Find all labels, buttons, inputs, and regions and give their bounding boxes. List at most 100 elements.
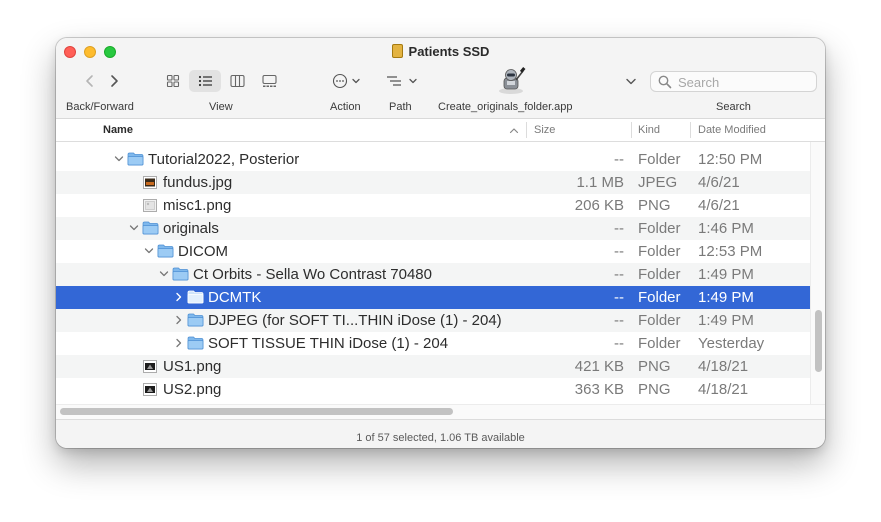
list-item[interactable]: DJPEG (for SOFT TI...THIN iDose (1) - 20… xyxy=(56,309,810,332)
action-menu-button[interactable] xyxy=(332,73,362,89)
icon-view-button[interactable] xyxy=(166,74,180,88)
automator-app-icon[interactable] xyxy=(496,67,526,95)
disclosure-collapsed-icon[interactable] xyxy=(174,338,184,348)
list-item[interactable]: DICOM -- Folder 12:53 PM xyxy=(56,240,810,263)
png-file-icon xyxy=(143,199,157,212)
file-name: DJPEG (for SOFT TI...THIN iDose (1) - 20… xyxy=(208,312,502,329)
column-separator[interactable] xyxy=(526,122,527,138)
list-item[interactable]: Ct Orbits - Sella Wo Contrast 70480 -- F… xyxy=(56,263,810,286)
list-item[interactable]: fundus.jpg 1.1 MB JPEG 4/6/21 xyxy=(56,171,810,194)
horizontal-scrollbar-thumb[interactable] xyxy=(60,408,453,415)
jpeg-file-icon xyxy=(143,176,157,189)
status-text: 1 of 57 selected, 1.06 TB available xyxy=(356,432,525,444)
column-view-button[interactable] xyxy=(230,74,245,88)
column-header: Name Size Kind Date Modified xyxy=(56,119,825,142)
file-name: US2.png xyxy=(163,381,222,398)
file-kind: Folder xyxy=(638,243,681,260)
file-date-modified: 4/6/21 xyxy=(698,174,740,191)
file-kind: Folder xyxy=(638,151,681,168)
external-drive-icon xyxy=(391,44,403,58)
list-view-button[interactable] xyxy=(198,74,213,88)
toolbar-overflow-chevron-icon[interactable] xyxy=(625,77,637,87)
disclosure-collapsed-icon[interactable] xyxy=(174,315,184,325)
list-item[interactable]: originals -- Folder 1:46 PM xyxy=(56,217,810,240)
file-date-modified: 12:50 PM xyxy=(698,151,763,168)
gallery-view-button[interactable] xyxy=(262,74,277,88)
file-size: -- xyxy=(614,151,624,168)
back-forward-label: Back/Forward xyxy=(66,101,134,113)
file-size: -- xyxy=(614,220,624,237)
file-name: DICOM xyxy=(178,243,228,260)
file-size: -- xyxy=(614,243,624,260)
file-name: Tutorial2022, Posterior xyxy=(148,151,300,168)
folder-icon xyxy=(187,290,204,304)
sort-ascending-icon[interactable] xyxy=(509,127,519,134)
forward-button[interactable] xyxy=(108,74,120,88)
file-kind: Folder xyxy=(638,266,681,283)
file-list: Tutorial2022, Posterior -- Folder 12:50 … xyxy=(56,148,810,401)
file-kind: Folder xyxy=(638,289,681,306)
status-bar: 1 of 57 selected, 1.06 TB available xyxy=(56,419,825,448)
date-modified-column-header[interactable]: Date Modified xyxy=(698,124,766,136)
disclosure-expanded-icon[interactable] xyxy=(129,223,139,233)
file-date-modified: 1:49 PM xyxy=(698,289,754,306)
search-field[interactable] xyxy=(650,71,817,92)
file-date-modified: 1:46 PM xyxy=(698,220,754,237)
disclosure-expanded-icon[interactable] xyxy=(144,246,154,256)
file-name: DCMTK xyxy=(208,289,262,306)
action-label: Action xyxy=(330,101,361,113)
png-file-icon xyxy=(143,383,157,396)
list-item-selected[interactable]: DCMTK -- Folder 1:49 PM xyxy=(56,286,810,309)
disclosure-expanded-icon[interactable] xyxy=(159,269,169,279)
path-menu-button[interactable] xyxy=(386,74,420,88)
file-size: -- xyxy=(614,289,624,306)
file-name: US1.png xyxy=(163,358,222,375)
list-item[interactable]: US1.png 421 KB PNG 4/18/21 xyxy=(56,355,810,378)
file-date-modified: Yesterday xyxy=(698,335,765,352)
column-separator[interactable] xyxy=(690,122,691,138)
disclosure-collapsed-icon[interactable] xyxy=(174,292,184,302)
list-item[interactable]: Tutorial2022, Posterior -- Folder 12:50 … xyxy=(56,148,810,171)
file-kind: Folder xyxy=(638,220,681,237)
size-column-header[interactable]: Size xyxy=(534,124,555,136)
file-name: Ct Orbits - Sella Wo Contrast 70480 xyxy=(193,266,432,283)
list-item[interactable]: misc1.png 206 KB PNG 4/6/21 xyxy=(56,194,810,217)
search-label: Search xyxy=(716,101,751,113)
view-label: View xyxy=(209,101,233,113)
list-item[interactable]: US2.png 363 KB PNG 4/18/21 xyxy=(56,378,810,401)
file-date-modified: 1:49 PM xyxy=(698,312,754,329)
toolbar: Patients SSD Search Back/Forward View Ac… xyxy=(56,38,825,119)
file-date-modified: 4/18/21 xyxy=(698,358,749,375)
search-icon xyxy=(658,75,672,89)
name-column-header[interactable]: Name xyxy=(103,124,133,136)
png-file-icon xyxy=(143,360,157,373)
file-name: SOFT TISSUE THIN iDose (1) - 204 xyxy=(208,335,449,352)
file-kind: JPEG xyxy=(638,174,678,191)
file-size: -- xyxy=(614,266,624,283)
file-size: 421 KB xyxy=(574,358,624,375)
file-name: misc1.png xyxy=(163,197,232,214)
file-kind: PNG xyxy=(638,358,671,375)
folder-icon xyxy=(142,221,159,235)
folder-icon xyxy=(187,336,204,350)
file-kind: PNG xyxy=(638,381,671,398)
back-button[interactable] xyxy=(84,74,96,88)
folder-icon xyxy=(187,313,204,327)
disclosure-expanded-icon[interactable] xyxy=(114,154,124,164)
folder-icon xyxy=(172,267,189,281)
vertical-scrollbar-thumb[interactable] xyxy=(815,310,822,372)
folder-icon xyxy=(157,244,174,258)
column-separator[interactable] xyxy=(631,122,632,138)
list-item[interactable]: SOFT TISSUE THIN iDose (1) - 204 -- Fold… xyxy=(56,332,810,355)
file-size: 206 KB xyxy=(574,197,624,214)
kind-column-header[interactable]: Kind xyxy=(638,124,660,136)
file-size: 1.1 MB xyxy=(576,174,624,191)
file-date-modified: 1:49 PM xyxy=(698,266,754,283)
file-kind: Folder xyxy=(638,335,681,352)
file-date-modified: 12:53 PM xyxy=(698,243,763,260)
path-label: Path xyxy=(389,101,412,113)
file-date-modified: 4/6/21 xyxy=(698,197,740,214)
search-input[interactable] xyxy=(676,74,815,91)
file-size: -- xyxy=(614,335,624,352)
folder-icon xyxy=(127,152,144,166)
